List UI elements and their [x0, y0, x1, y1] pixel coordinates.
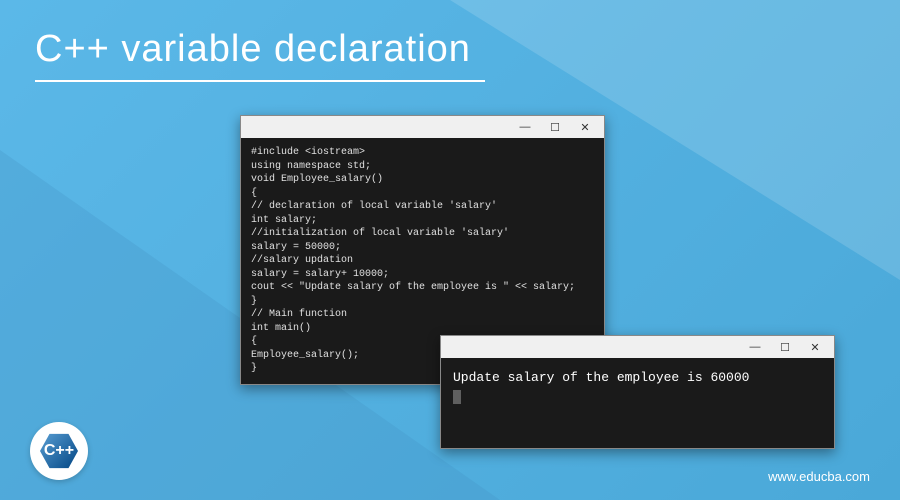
code-line: // declaration of local variable 'salary… — [251, 200, 594, 214]
minimize-button[interactable]: — — [740, 337, 770, 357]
title-underline — [35, 80, 485, 82]
logo-text: C++ — [44, 442, 74, 460]
code-line: // Main function — [251, 308, 594, 322]
minimize-button[interactable]: — — [510, 117, 540, 137]
page-title: C++ variable declaration — [35, 28, 471, 71]
code-line: using namespace std; — [251, 160, 594, 174]
code-line: //initialization of local variable 'sala… — [251, 227, 594, 241]
code-line: salary = 50000; — [251, 241, 594, 255]
cpp-logo-badge: C++ — [30, 422, 88, 480]
console-body: Update salary of the employee is 60000 — [441, 358, 834, 448]
code-line: #include <iostream> — [251, 146, 594, 160]
footer-url: www.educba.com — [768, 469, 870, 484]
code-line: salary = salary+ 10000; — [251, 268, 594, 282]
code-line: } — [251, 295, 594, 309]
maximize-button[interactable]: ☐ — [540, 117, 570, 137]
cpp-hex-icon: C++ — [40, 432, 78, 470]
code-line: int main() — [251, 322, 594, 336]
console-output-line: Update salary of the employee is 60000 — [453, 368, 822, 388]
code-line: cout << "Update salary of the employee i… — [251, 281, 594, 295]
maximize-button[interactable]: ☐ — [770, 337, 800, 357]
close-button[interactable]: ✕ — [800, 337, 830, 357]
window-titlebar: — ☐ ✕ — [241, 116, 604, 138]
cursor-icon — [453, 390, 461, 404]
window-titlebar: — ☐ ✕ — [441, 336, 834, 358]
code-line: void Employee_salary() — [251, 173, 594, 187]
code-line: int salary; — [251, 214, 594, 228]
close-button[interactable]: ✕ — [570, 117, 600, 137]
code-line: { — [251, 187, 594, 201]
console-output-window: — ☐ ✕ Update salary of the employee is 6… — [440, 335, 835, 449]
code-line: //salary updation — [251, 254, 594, 268]
